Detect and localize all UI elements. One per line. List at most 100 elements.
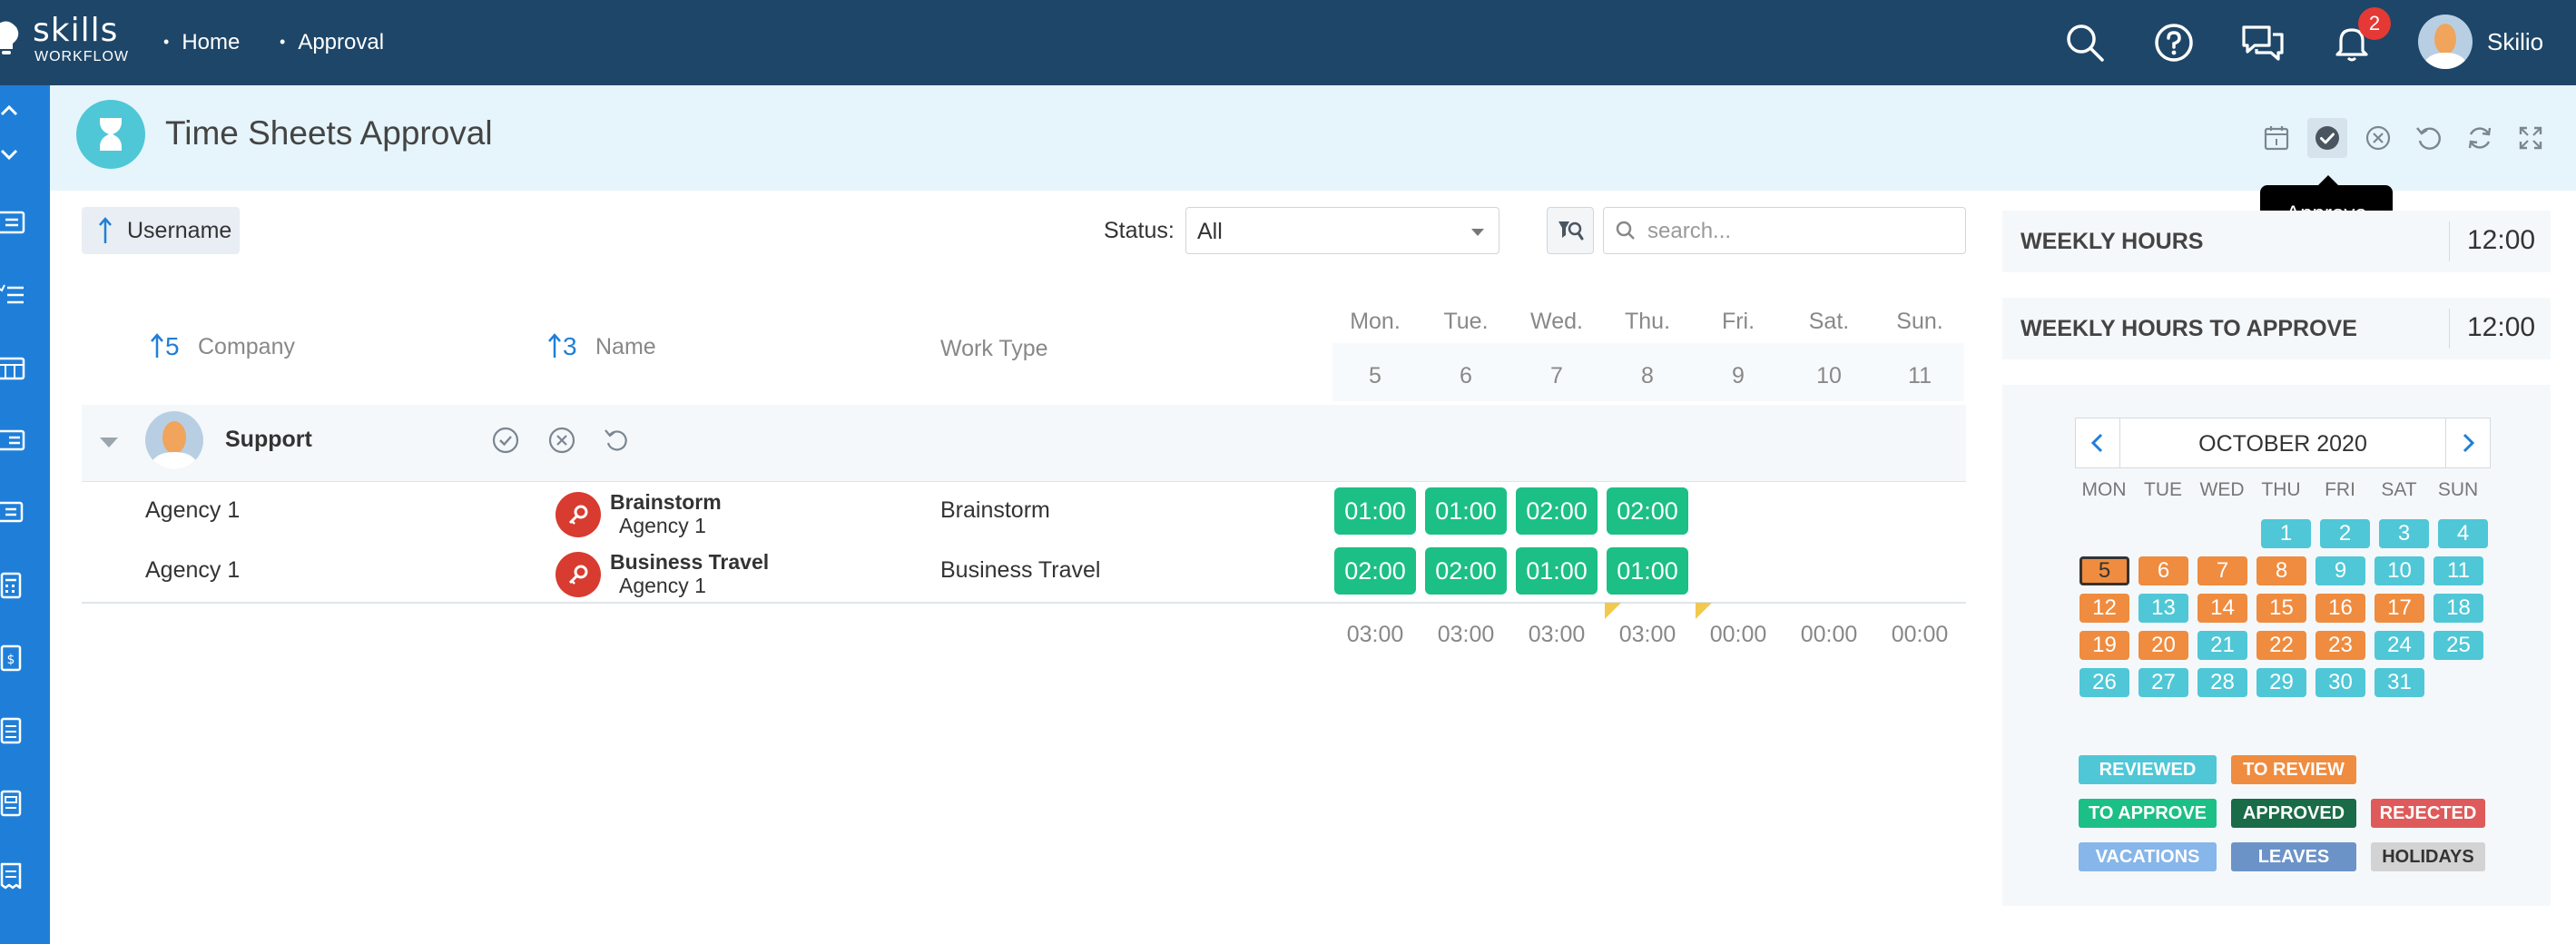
breadcrumb-approval[interactable]: Approval bbox=[280, 27, 384, 57]
id-card-icon[interactable] bbox=[0, 209, 27, 236]
calendar-day[interactable]: 9 bbox=[2315, 556, 2365, 585]
calendar-day[interactable]: 25 bbox=[2433, 631, 2483, 660]
calendar-day[interactable]: 28 bbox=[2197, 668, 2247, 697]
chevron-down-icon[interactable] bbox=[0, 142, 27, 169]
calendar-day[interactable]: 13 bbox=[2138, 594, 2188, 623]
user-name[interactable]: Skilio bbox=[2487, 27, 2543, 56]
row-task-agency: Agency 1 bbox=[619, 514, 706, 537]
refresh-icon[interactable] bbox=[2460, 118, 2500, 158]
prev-month-button[interactable] bbox=[2076, 418, 2120, 467]
calendar-day[interactable]: 3 bbox=[2379, 519, 2429, 548]
status-select[interactable]: All bbox=[1185, 207, 1499, 254]
column-work-type[interactable]: Work Type bbox=[940, 334, 1048, 363]
name-sort-order: 3 bbox=[563, 332, 577, 360]
group-approve-icon[interactable] bbox=[490, 425, 521, 456]
calendar-icon[interactable] bbox=[2256, 118, 2296, 158]
calendar-day[interactable]: 7 bbox=[2197, 556, 2247, 585]
calendar-day[interactable]: 21 bbox=[2197, 631, 2247, 660]
calendar-day[interactable]: 16 bbox=[2315, 594, 2365, 623]
calendar-day[interactable]: 19 bbox=[2079, 631, 2129, 660]
calendar-day[interactable]: 12 bbox=[2079, 594, 2129, 623]
hours-cell[interactable]: 02:00 bbox=[1334, 547, 1416, 595]
calendar-day[interactable]: 17 bbox=[2374, 594, 2424, 623]
day-name-mon: Mon. bbox=[1350, 309, 1401, 334]
calendar-day[interactable]: 11 bbox=[2433, 556, 2483, 585]
search-icon[interactable] bbox=[2060, 18, 2109, 67]
legend-to-review: TO REVIEW bbox=[2231, 755, 2356, 784]
calendar-day[interactable]: 4 bbox=[2438, 519, 2488, 548]
day-name-sat: Sat. bbox=[1808, 309, 1850, 334]
day-number-wed: 7 bbox=[1550, 363, 1563, 388]
calendar-day[interactable]: 18 bbox=[2433, 594, 2483, 623]
calendar-day[interactable]: 24 bbox=[2374, 631, 2424, 660]
calendar-grid-icon[interactable] bbox=[0, 354, 27, 381]
calendar-day[interactable]: 10 bbox=[2374, 556, 2424, 585]
calendar-day[interactable]: 26 bbox=[2079, 668, 2129, 697]
day-number-mon: 5 bbox=[1369, 363, 1381, 388]
invoice-dollar-icon[interactable]: $ bbox=[0, 644, 27, 672]
calendar-day[interactable]: 6 bbox=[2138, 556, 2188, 585]
chevron-up-icon[interactable] bbox=[0, 96, 27, 123]
calendar-day[interactable]: 27 bbox=[2138, 668, 2188, 697]
weekly-hours-label: WEEKLY HOURS bbox=[2020, 229, 2204, 254]
total-tue: 03:00 bbox=[1437, 622, 1495, 647]
expand-icon[interactable] bbox=[2511, 118, 2551, 158]
report-icon[interactable] bbox=[0, 790, 27, 817]
weekday-label: FRI bbox=[2325, 479, 2355, 500]
calendar-day[interactable]: 31 bbox=[2374, 668, 2424, 697]
app-logo[interactable]: skills WORKFLOW bbox=[0, 13, 136, 71]
breadcrumb-home[interactable]: Home bbox=[163, 27, 240, 57]
calculator-icon[interactable] bbox=[0, 572, 27, 599]
calendar-day[interactable]: 23 bbox=[2315, 631, 2365, 660]
undo-icon[interactable] bbox=[2409, 118, 2449, 158]
column-name[interactable]: Name bbox=[595, 332, 656, 361]
calendar-day[interactable]: 8 bbox=[2256, 556, 2306, 585]
group-avatar bbox=[145, 411, 203, 469]
next-month-button[interactable] bbox=[2445, 418, 2490, 467]
hours-cell[interactable]: 01:00 bbox=[1334, 487, 1416, 535]
group-undo-icon[interactable] bbox=[601, 425, 632, 456]
sort-username-chip[interactable]: Username bbox=[82, 207, 240, 254]
document-list-icon[interactable] bbox=[0, 717, 27, 744]
note-marker bbox=[1696, 603, 1712, 619]
collapse-caret-icon[interactable] bbox=[100, 438, 118, 447]
calendar-day[interactable]: 22 bbox=[2256, 631, 2306, 660]
calendar-day-selected[interactable]: 5 bbox=[2079, 556, 2129, 585]
user-avatar[interactable] bbox=[2418, 15, 2473, 69]
status-label: Status: bbox=[1104, 218, 1175, 243]
calendar-day[interactable]: 2 bbox=[2320, 519, 2370, 548]
hours-cell[interactable]: 02:00 bbox=[1425, 547, 1507, 595]
help-icon[interactable] bbox=[2149, 18, 2198, 67]
form-icon[interactable] bbox=[0, 427, 27, 454]
notification-badge: 2 bbox=[2358, 7, 2391, 40]
approve-icon[interactable] bbox=[2307, 118, 2347, 158]
hours-cell[interactable]: 02:00 bbox=[1516, 487, 1598, 535]
weekday-label: SAT bbox=[2381, 479, 2417, 500]
hours-cell[interactable]: 01:00 bbox=[1516, 547, 1598, 595]
row-company: Agency 1 bbox=[145, 497, 241, 523]
row-task-name[interactable]: Business Travel bbox=[610, 550, 769, 574]
calendar-day[interactable]: 1 bbox=[2261, 519, 2311, 548]
calendar-day[interactable]: 30 bbox=[2315, 668, 2365, 697]
weekly-to-approve-value: 12:00 bbox=[2467, 312, 2536, 342]
calendar-day[interactable]: 29 bbox=[2256, 668, 2306, 697]
hours-cell[interactable]: 02:00 bbox=[1607, 487, 1688, 535]
monitor-icon[interactable] bbox=[0, 499, 27, 526]
hours-cell[interactable]: 01:00 bbox=[1607, 547, 1688, 595]
note-marker bbox=[1605, 603, 1621, 619]
logo-subtitle: WORKFLOW bbox=[34, 49, 129, 64]
search-box bbox=[1603, 207, 1966, 254]
checklist-icon[interactable] bbox=[0, 281, 27, 309]
search-input[interactable] bbox=[1646, 215, 1958, 248]
column-company[interactable]: Company bbox=[198, 332, 295, 361]
calendar-day[interactable]: 14 bbox=[2197, 594, 2247, 623]
reject-icon[interactable] bbox=[2358, 118, 2398, 158]
receipt-icon[interactable] bbox=[0, 862, 27, 890]
hours-cell[interactable]: 01:00 bbox=[1425, 487, 1507, 535]
chat-icon[interactable] bbox=[2238, 18, 2287, 67]
row-task-name[interactable]: Brainstorm bbox=[610, 490, 722, 514]
group-reject-icon[interactable] bbox=[546, 425, 577, 456]
filter-search-button[interactable] bbox=[1547, 207, 1594, 254]
calendar-day[interactable]: 15 bbox=[2256, 594, 2306, 623]
calendar-day[interactable]: 20 bbox=[2138, 631, 2188, 660]
